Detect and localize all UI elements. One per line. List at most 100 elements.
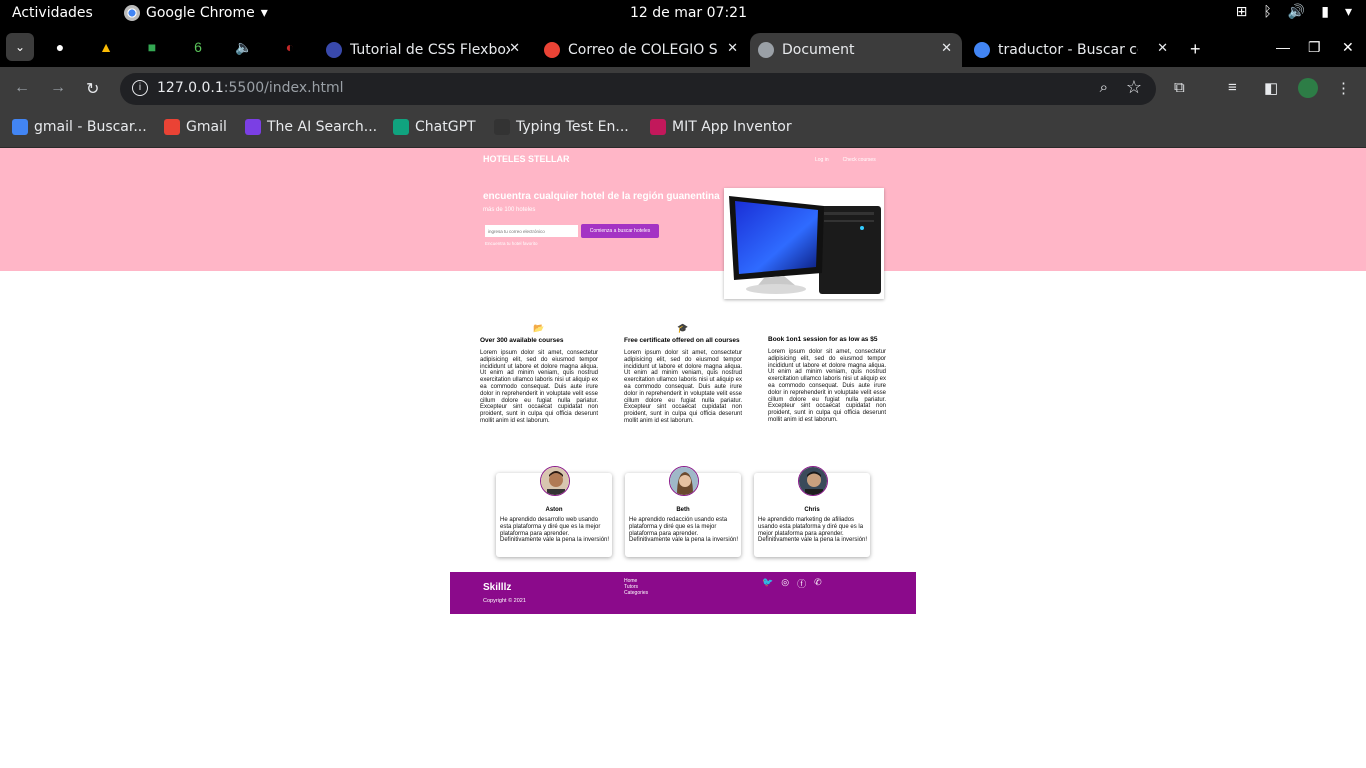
bookmarks-bar: gmail - Buscar... Gmail The AI Search...… — [0, 111, 1366, 148]
tab-search-button[interactable]: ⌄ — [6, 33, 34, 61]
volume-icon: 🔊 — [1287, 4, 1306, 20]
tab-gmail[interactable]: Correo de COLEGIO S ✕ — [536, 33, 748, 67]
twitter-icon[interactable]: 🐦 — [762, 577, 773, 590]
app-inventor-icon — [650, 119, 666, 135]
battery-icon: ▮ — [1321, 4, 1329, 20]
tab-css-flexbox[interactable]: Tutorial de CSS Flexbox ✕ — [318, 33, 530, 67]
site-nav: Log in Check courses — [815, 157, 876, 163]
feature-certificate: 🎓 Free certificate offered on all course… — [624, 323, 742, 425]
typing-test-icon — [494, 119, 510, 135]
zoom-icon[interactable]: ⌕ — [1100, 79, 1108, 96]
pinned-tab-icon[interactable]: 6 — [186, 35, 210, 59]
feature-text: Lorem ipsum dolor sit amet, consectetur … — [624, 350, 742, 424]
footer-links: Home Tutors Categories — [624, 578, 648, 596]
address-bar[interactable]: i 127.0.0.1:5500/index.html ⌕ ☆ — [120, 73, 1156, 105]
app-name: Google Chrome — [146, 5, 255, 21]
close-tab-icon[interactable]: ✕ — [1157, 41, 1168, 56]
tab-title: Tutorial de CSS Flexbox — [350, 42, 510, 58]
nav-login-link[interactable]: Log in — [815, 157, 829, 163]
site-info-icon[interactable]: i — [132, 80, 148, 96]
footer-link-categories[interactable]: Categories — [624, 590, 648, 596]
hero-subtitle: más de 100 hoteles — [483, 207, 536, 213]
computer-image — [724, 188, 884, 299]
close-tab-icon[interactable]: ✕ — [727, 41, 738, 56]
pinned-tab-red-icon[interactable]: ◐ — [278, 35, 302, 59]
ai-search-icon — [245, 119, 261, 135]
testimonial-card: Aston He aprendido desarrollo web usando… — [496, 466, 612, 557]
close-tab-icon[interactable]: ✕ — [509, 41, 520, 56]
facebook-icon[interactable]: ⓕ — [797, 577, 806, 590]
bookmark-ai-search[interactable]: The AI Search... — [245, 119, 377, 135]
bookmark-typing-test[interactable]: Typing Test En... — [494, 119, 629, 135]
site-footer: Skilllz Copyright © 2021 Home Tutors Cat… — [450, 572, 916, 614]
site-brand[interactable]: HOTELES STELLAR — [483, 154, 570, 164]
close-window-icon[interactable]: ✕ — [1342, 39, 1354, 56]
more-menu-icon[interactable]: ⋮ — [1336, 79, 1351, 97]
new-tab-button[interactable]: + — [1190, 39, 1201, 60]
activities-button[interactable]: Actividades — [12, 5, 93, 21]
whatsapp-icon[interactable]: ✆ — [814, 577, 822, 590]
tab-title: Document — [782, 42, 855, 58]
browser-toolbar: ← → ↻ i 127.0.0.1:5500/index.html ⌕ ☆ ⧉ … — [0, 67, 1366, 111]
media-controls-icon[interactable]: ≡ — [1228, 79, 1237, 96]
nav-check-courses-link[interactable]: Check courses — [843, 157, 876, 163]
testimonial-quote: He aprendido marketing de afiliados usan… — [758, 517, 868, 544]
email-input[interactable] — [485, 225, 578, 237]
side-panel-icon[interactable]: ◧ — [1264, 79, 1278, 97]
gmail-icon — [164, 119, 180, 135]
feature-title: Free certificate offered on all courses — [624, 337, 740, 344]
github-icon[interactable]: ● — [48, 35, 72, 59]
tab-traductor[interactable]: traductor - Buscar co ✕ — [966, 33, 1178, 67]
profile-avatar[interactable] — [1298, 78, 1318, 98]
feature-title: Over 300 available courses — [480, 337, 564, 344]
testimonial-name: Chris — [804, 507, 820, 513]
testimonial-quote: He aprendido redacción usando esta plata… — [629, 517, 739, 544]
feature-title: Book 1on1 session for as low as $5 — [768, 336, 878, 343]
social-links: 🐦 ◎ ⓕ ✆ — [762, 577, 822, 590]
footer-brand: Skilllz — [483, 582, 512, 593]
testimonial-name: Beth — [676, 507, 690, 513]
bookmark-mit-app-inventor[interactable]: MIT App Inventor — [650, 119, 792, 135]
clock[interactable]: 12 de mar 07:21 — [630, 5, 747, 21]
power-menu-icon: ▾ — [1344, 4, 1352, 20]
avatar — [798, 466, 828, 496]
hero-title: encuentra cualquier hotel de la región g… — [483, 191, 720, 202]
bookmark-gmail-search[interactable]: gmail - Buscar... — [12, 119, 147, 135]
tab-document[interactable]: Document ✕ — [750, 33, 962, 67]
reload-icon[interactable]: ↻ — [86, 79, 99, 99]
gmail-icon — [544, 42, 560, 58]
bookmark-gmail[interactable]: Gmail — [164, 119, 227, 135]
close-tab-icon[interactable]: ✕ — [941, 41, 952, 56]
audio-playing-icon[interactable]: 🔈 — [232, 35, 256, 59]
app-menu[interactable]: Google Chrome ▾ — [124, 5, 268, 21]
tab-favicon-icon — [326, 42, 342, 58]
caret-down-icon: ▾ — [260, 5, 268, 21]
bookmark-star-icon[interactable]: ☆ — [1126, 77, 1142, 98]
drive-icon[interactable]: ▲ — [94, 35, 118, 59]
avatar — [669, 466, 699, 496]
google-icon — [12, 119, 28, 135]
feature-session: Book 1on1 session for as low as $5 Lorem… — [768, 324, 886, 424]
google-icon — [974, 42, 990, 58]
page-viewport: HOTELES STELLAR Log in Check courses enc… — [0, 148, 1366, 768]
restore-icon[interactable]: ❐ — [1308, 39, 1321, 56]
feature-text: Lorem ipsum dolor sit amet, consectetur … — [480, 350, 598, 424]
minimize-icon[interactable]: — — [1276, 39, 1290, 55]
testimonial-card: Beth He aprendido redacción usando esta … — [625, 466, 741, 557]
folder-open-icon: 📂 — [533, 323, 545, 333]
graduation-cap-icon: 🎓 — [677, 323, 689, 333]
forward-icon[interactable]: → — [50, 79, 66, 97]
system-tray[interactable]: ⊞ ᛒ 🔊 ▮ ▾ — [1236, 4, 1352, 20]
url-text[interactable]: 127.0.0.1:5500/index.html — [157, 80, 344, 96]
extensions-icon[interactable]: ⧉ — [1174, 79, 1185, 96]
network-icon: ⊞ — [1235, 4, 1248, 20]
start-search-button[interactable]: Comienza a buscar hoteles — [581, 224, 659, 238]
chrome-icon — [124, 5, 140, 21]
classroom-icon[interactable]: ■ — [140, 35, 164, 59]
instagram-icon[interactable]: ◎ — [781, 577, 789, 590]
back-icon[interactable]: ← — [14, 79, 30, 97]
hero-hint: Encuentra tu hotel favorito — [485, 241, 538, 246]
testimonial-card: Chris He aprendido marketing de afiliado… — [754, 466, 870, 557]
bluetooth-icon: ᛒ — [1263, 4, 1272, 20]
bookmark-chatgpt[interactable]: ChatGPT — [393, 119, 476, 135]
